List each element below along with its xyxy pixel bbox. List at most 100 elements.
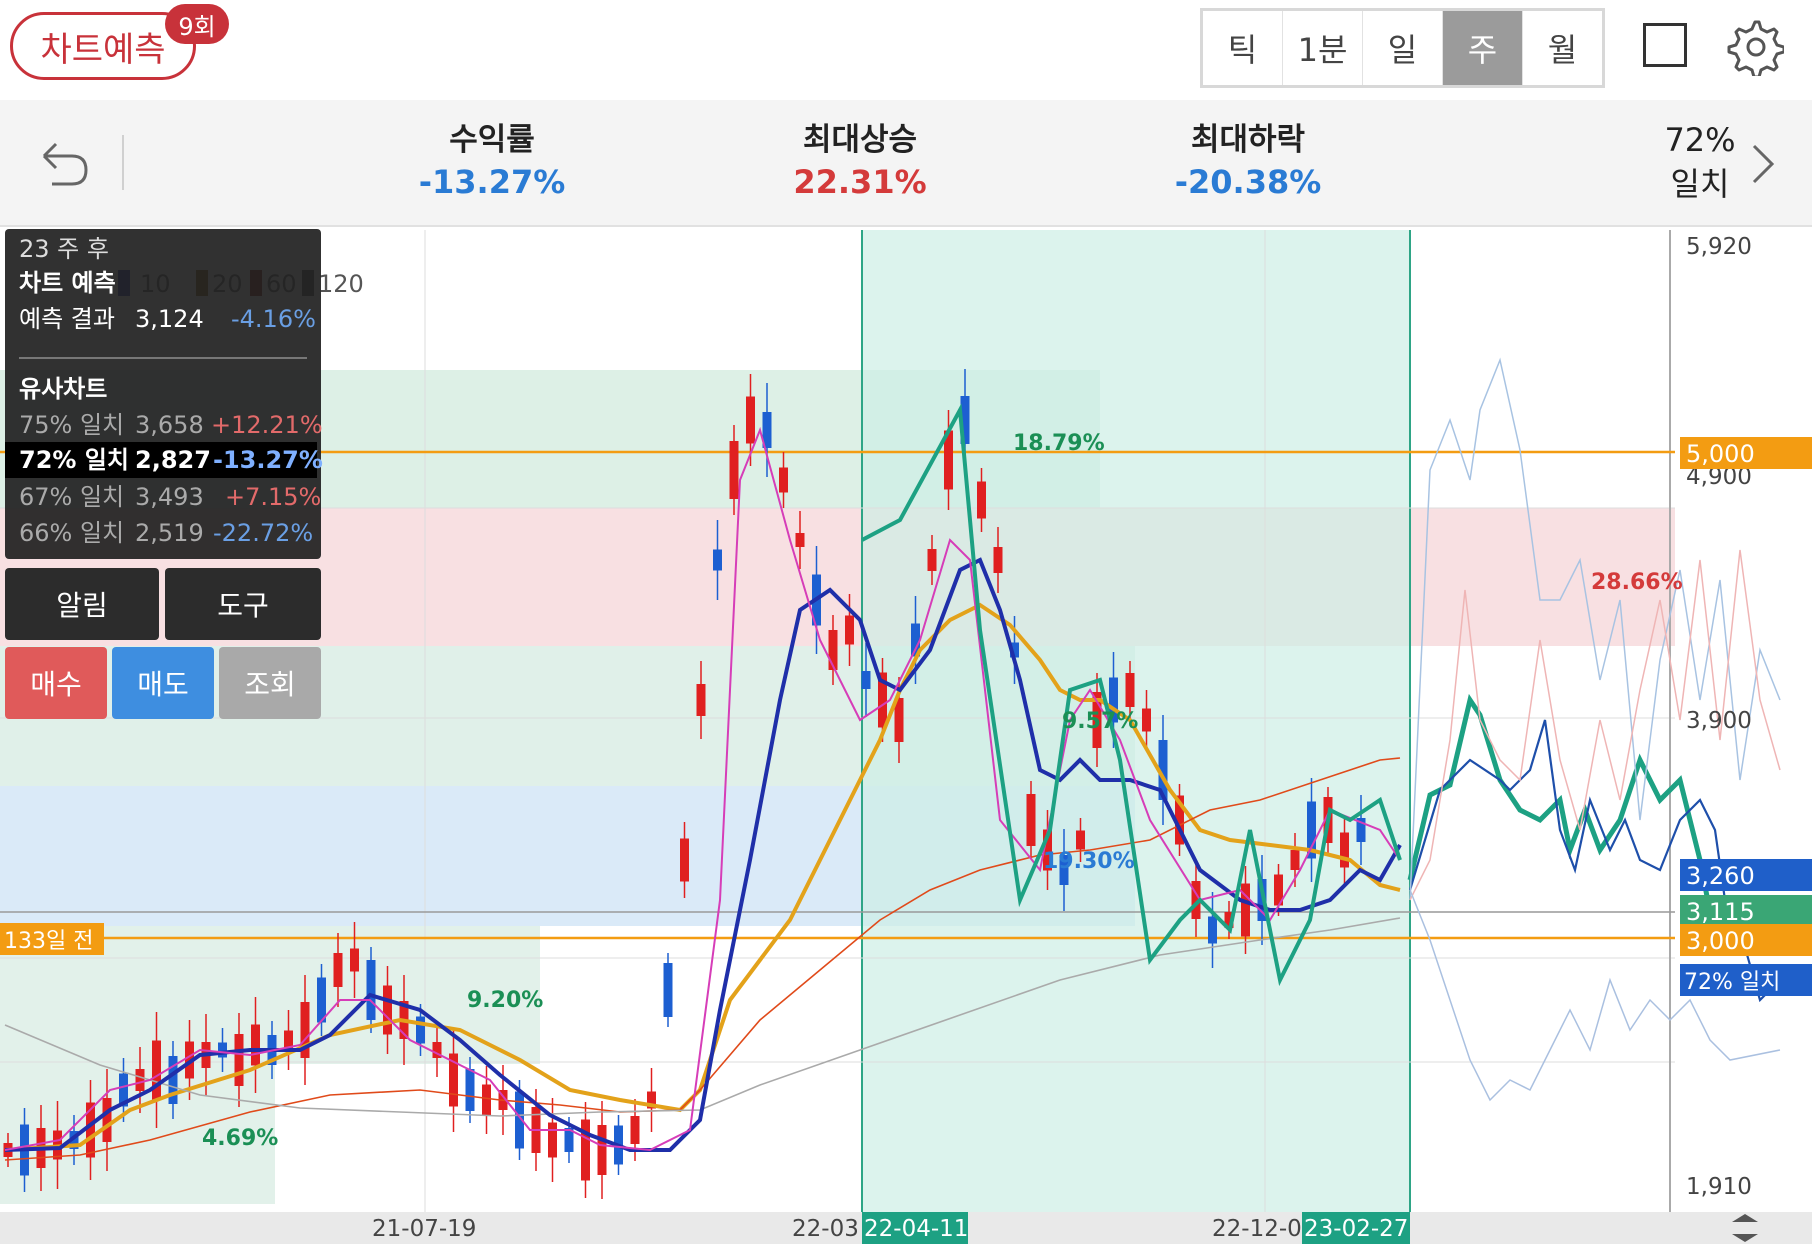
gear-icon[interactable] bbox=[1726, 18, 1784, 76]
return-stat: 수익률 -13.27% bbox=[392, 120, 592, 204]
tool-button[interactable]: 도구 bbox=[165, 568, 321, 640]
sell-button[interactable]: 매도 bbox=[112, 647, 214, 719]
undo-icon[interactable] bbox=[38, 138, 90, 188]
annotation-9-57: 9.57% bbox=[1062, 709, 1138, 734]
similar-title: 유사차트 bbox=[19, 375, 108, 403]
candle-body bbox=[845, 615, 854, 645]
max-up-value: 22.31% bbox=[793, 163, 927, 201]
similar-value: 3,658 bbox=[135, 411, 204, 439]
candle-body bbox=[465, 1069, 475, 1111]
similar-row-selected[interactable]: 72% 일치 2,827 -13.27% bbox=[19, 444, 323, 476]
candle-body bbox=[1208, 916, 1217, 944]
square-icon[interactable] bbox=[1643, 23, 1687, 67]
legend-ma120: 120 bbox=[318, 270, 364, 298]
similar-match: 67% 일치 bbox=[19, 483, 125, 511]
price-tag-3115-label: 3,115 bbox=[1686, 898, 1755, 926]
candle-body bbox=[729, 441, 739, 499]
tab-day[interactable]: 일 bbox=[1363, 11, 1443, 85]
candle-body bbox=[993, 547, 1003, 573]
candle-body bbox=[416, 1016, 425, 1044]
candle-body bbox=[482, 1084, 491, 1116]
similar-pct: +7.15% bbox=[225, 483, 322, 511]
candle-body bbox=[696, 684, 706, 716]
candle-body bbox=[746, 396, 755, 444]
candle-body bbox=[234, 1034, 244, 1086]
candle-body bbox=[317, 977, 326, 1023]
similar-row[interactable]: 67% 일치 3,493 +7.15% bbox=[19, 481, 321, 513]
x-tick: 22-03 bbox=[792, 1216, 859, 1242]
tab-1min[interactable]: 1분 bbox=[1283, 11, 1363, 85]
price-tag-match-label: 72% 일치 bbox=[1684, 970, 1780, 995]
y-tick: 5,920 bbox=[1686, 234, 1752, 260]
candle-body bbox=[713, 549, 722, 571]
timeframe-selector: 틱 1분 일 주 월 bbox=[1200, 8, 1605, 88]
candle-body bbox=[795, 533, 805, 547]
tab-tick[interactable]: 틱 bbox=[1203, 11, 1283, 85]
max-down-stat: 최대하락 -20.38% bbox=[1148, 120, 1348, 204]
max-down-value: -20.38% bbox=[1174, 163, 1322, 201]
candle-body bbox=[366, 960, 376, 1020]
price-tag-3000-label: 3,000 bbox=[1686, 927, 1755, 955]
similar-match: 75% 일치 bbox=[19, 411, 125, 439]
match-indicator[interactable]: 72% 일치 bbox=[1650, 118, 1750, 206]
candle-body bbox=[548, 1122, 557, 1158]
x-tick: 22-12-0 bbox=[1212, 1216, 1302, 1242]
candle-body bbox=[251, 1024, 260, 1066]
price-tag-3260-label: 3,260 bbox=[1686, 862, 1755, 890]
stat-bar: 수익률 -13.27% 최대상승 22.31% 최대하락 -20.38% 72%… bbox=[0, 100, 1812, 227]
annotation-18-79: 18.79% bbox=[1013, 431, 1105, 456]
similar-pct: +12.21% bbox=[211, 411, 323, 439]
match-label: 일치 bbox=[1670, 165, 1730, 203]
match-pct: 72% bbox=[1664, 121, 1736, 159]
candle-body bbox=[1340, 832, 1349, 868]
candle-body bbox=[102, 1098, 112, 1142]
similar-pct: -22.72% bbox=[213, 519, 314, 547]
candle-body bbox=[861, 671, 871, 689]
similar-row[interactable]: 66% 일치 2,519 -22.72% bbox=[19, 517, 313, 549]
candle-body bbox=[581, 1119, 590, 1181]
annotation-28-66: 28.66% bbox=[1591, 570, 1683, 595]
candle-body bbox=[218, 1042, 227, 1058]
candle-body bbox=[1076, 830, 1085, 850]
candle-body bbox=[1026, 794, 1036, 846]
view-button[interactable]: 조회 bbox=[219, 647, 321, 719]
similar-row[interactable]: 75% 일치 3,658 +12.21% bbox=[19, 409, 323, 441]
count-badge: 9회 bbox=[165, 4, 229, 44]
candle-body bbox=[1290, 850, 1300, 870]
result-pct: -4.16% bbox=[231, 305, 316, 333]
result-value: 3,124 bbox=[135, 305, 204, 333]
similar-value: 2,827 bbox=[135, 446, 211, 474]
panel-divider bbox=[19, 357, 307, 359]
y-tick: 1,910 bbox=[1686, 1174, 1752, 1200]
return-label: 수익률 bbox=[449, 122, 535, 158]
chart-predict-label: 차트예측 bbox=[40, 29, 166, 70]
candle-body bbox=[350, 948, 359, 972]
candle-body bbox=[152, 1040, 161, 1100]
similar-value: 3,493 bbox=[135, 483, 204, 511]
divider bbox=[122, 135, 124, 190]
candle-body bbox=[383, 985, 392, 1035]
tab-week[interactable]: 주 bbox=[1443, 11, 1523, 85]
tab-month[interactable]: 월 bbox=[1523, 11, 1602, 85]
x-tick: 21-07-19 bbox=[372, 1216, 476, 1242]
similar-pct: -13.27% bbox=[213, 446, 323, 474]
alarm-button[interactable]: 알림 bbox=[5, 568, 159, 640]
candle-body bbox=[333, 953, 343, 987]
weeks-after: 23 주 후 bbox=[19, 235, 109, 263]
forecast-line bbox=[1407, 693, 1713, 913]
similar-match: 66% 일치 bbox=[19, 519, 125, 547]
candle-body bbox=[597, 1125, 607, 1175]
chevron-right-icon[interactable] bbox=[1748, 142, 1778, 186]
max-up-stat: 최대상승 22.31% bbox=[760, 120, 960, 204]
y-tick: 3,900 bbox=[1686, 708, 1752, 734]
candle-body bbox=[1142, 708, 1151, 732]
candle-body bbox=[663, 963, 673, 1017]
annotation-19-30: 19.30% bbox=[1043, 849, 1135, 874]
buy-button[interactable]: 매수 bbox=[5, 647, 107, 719]
candle-body bbox=[630, 1116, 640, 1144]
result-row: 예측 결과 3,124 -4.16% bbox=[19, 303, 316, 335]
max-up-label: 최대상승 bbox=[802, 122, 918, 158]
annotation-9-20: 9.20% bbox=[467, 988, 543, 1013]
top-bar: 차트예측 9회 틱 1분 일 주 월 bbox=[0, 0, 1812, 100]
return-value: -13.27% bbox=[418, 163, 566, 201]
